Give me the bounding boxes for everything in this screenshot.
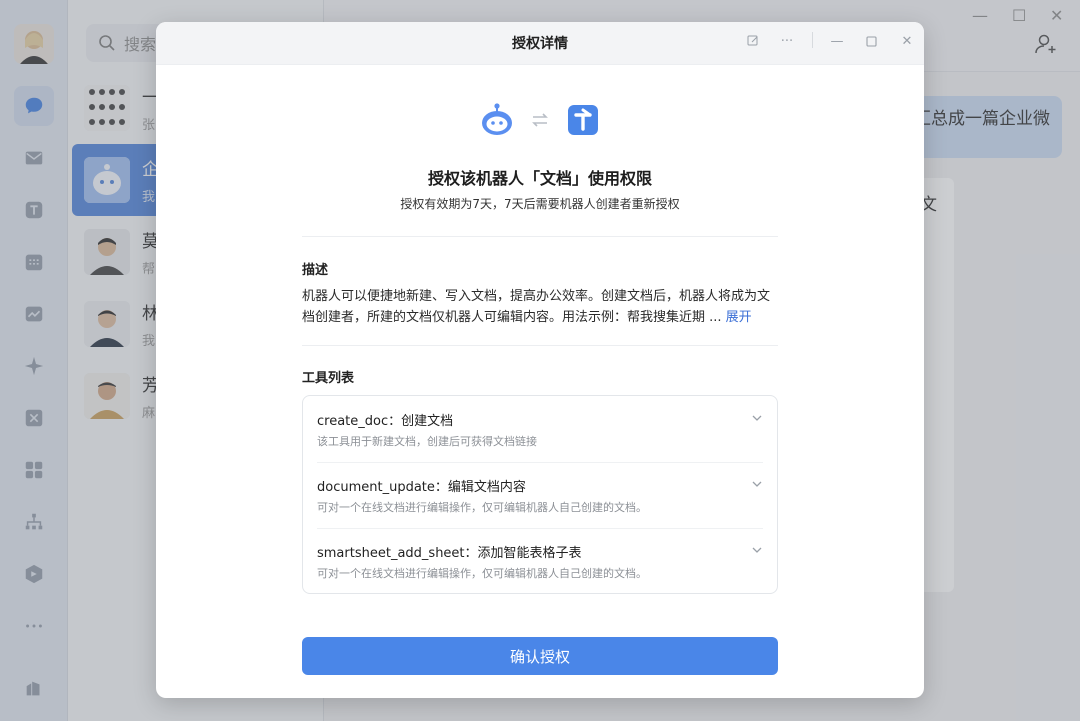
tools-label: 工具列表: [302, 371, 355, 386]
description-label: 描述: [302, 263, 329, 278]
tool-description: 该工具用于新建文档，创建后可获得文档链接: [317, 435, 537, 448]
tool-name: smartsheet_add_sheet：添加智能表格子表: [317, 546, 582, 561]
dialog-title: 授权详情: [512, 36, 568, 52]
close-icon[interactable]: ✕: [898, 32, 916, 50]
tool-item-create-doc[interactable]: create_doc：创建文档 该工具用于新建文档，创建后可获得文档链接: [317, 396, 763, 462]
header-divider: [812, 32, 813, 48]
tool-item-smartsheet-add-sheet[interactable]: smartsheet_add_sheet：添加智能表格子表 可对一个在线文档进行…: [317, 528, 763, 594]
chevron-down-icon[interactable]: [751, 412, 763, 424]
docs-app-icon: [568, 105, 598, 135]
description-text: 机器人可以便捷地新建、写入文档，提高办公效率。创建文档后，机器人将成为文档创建者…: [302, 286, 782, 328]
tool-name: create_doc：创建文档: [317, 414, 454, 429]
tool-name: document_update：编辑文档内容: [317, 480, 526, 495]
validity-note: 授权有效期为7天，7天后需要机器人创建者重新授权: [400, 197, 680, 211]
minimize-icon[interactable]: —: [828, 32, 846, 50]
chevron-down-icon[interactable]: [751, 544, 763, 556]
dialog-heading: 授权该机器人「文档」使用权限: [427, 169, 652, 188]
edit-icon[interactable]: [744, 32, 762, 50]
swap-arrows-icon: [532, 113, 548, 127]
robot-icon: [482, 103, 512, 135]
more-options-icon[interactable]: ···: [778, 32, 796, 50]
maximize-icon[interactable]: [862, 32, 880, 50]
chevron-down-icon[interactable]: [751, 478, 763, 490]
tool-item-document-update[interactable]: document_update：编辑文档内容 可对一个在线文档进行编辑操作，仅可…: [317, 462, 763, 528]
expand-link[interactable]: 展开: [726, 310, 752, 325]
divider: [302, 236, 778, 237]
description-body: 机器人可以便捷地新建、写入文档，提高办公效率。创建文档后，机器人将成为文档创建者…: [302, 289, 771, 325]
authorization-icons: [156, 102, 924, 138]
divider: [302, 345, 778, 346]
tool-description: 可对一个在线文档进行编辑操作，仅可编辑机器人自己创建的文档。: [317, 501, 647, 514]
confirm-authorization-button[interactable]: 确认授权: [302, 637, 778, 675]
authorization-dialog: 授权详情 ··· — ✕ 授权该机器人「文档」使用权限 授权有效期为7天，7天后…: [156, 22, 924, 698]
dialog-header: 授权详情 ··· — ✕: [156, 22, 924, 65]
tool-list: create_doc：创建文档 该工具用于新建文档，创建后可获得文档链接 doc…: [302, 395, 778, 594]
tool-description: 可对一个在线文档进行编辑操作，仅可编辑机器人自己创建的文档。: [317, 567, 647, 580]
